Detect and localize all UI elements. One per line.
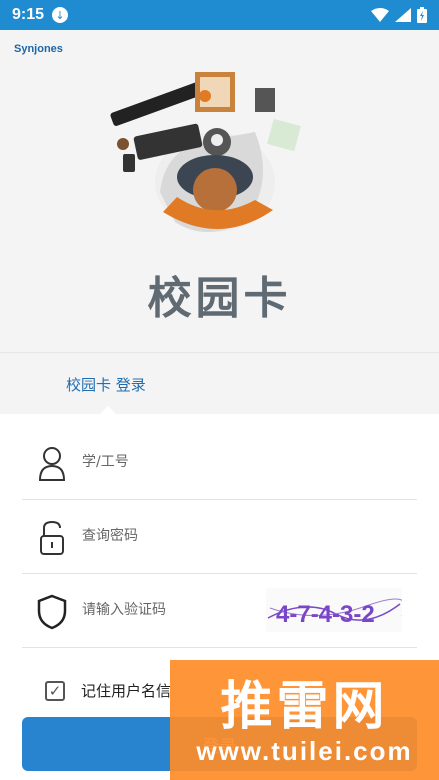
captcha-text: 4-7-4-3-2 — [276, 601, 375, 628]
download-icon: ↓ — [52, 7, 69, 23]
header-area: Synjones 校园卡 — [0, 30, 439, 352]
watermark: 推雷网 www.tuilei.com — [170, 660, 439, 780]
wifi-icon — [371, 8, 389, 22]
watermark-main: 推雷网 — [220, 677, 389, 737]
remember-label: 记住用户名信 — [81, 682, 172, 700]
status-time: 9:15 — [12, 6, 45, 23]
user-icon — [38, 447, 66, 481]
tab-bar: 校园卡 登录 — [0, 352, 439, 415]
desk-illustration-icon — [110, 72, 301, 232]
captcha-input[interactable] — [82, 598, 262, 622]
account-row — [22, 426, 417, 500]
tab-campus-card-login[interactable]: 校园卡 登录 — [66, 374, 146, 395]
remember-checkbox[interactable]: ✓ — [45, 680, 65, 701]
page-title: 校园卡 — [147, 273, 292, 324]
captcha-image[interactable]: 4-7-4-3-2 — [266, 588, 402, 632]
password-row — [22, 500, 417, 574]
remember-username[interactable]: ✓ 记住用户名信 — [45, 680, 171, 701]
captcha-row: 4-7-4-3-2 — [22, 574, 417, 648]
brand-logo: Synjones — [14, 43, 63, 55]
account-input[interactable] — [82, 450, 262, 474]
password-input[interactable] — [82, 524, 262, 548]
lock-icon — [40, 520, 64, 555]
shield-icon — [37, 594, 67, 630]
battery-icon — [417, 7, 427, 23]
status-bar: 9:15 ↓ — [0, 0, 439, 30]
signal-icon — [395, 8, 411, 22]
watermark-url: www.tuilei.com — [196, 736, 413, 766]
status-icons — [371, 7, 427, 23]
